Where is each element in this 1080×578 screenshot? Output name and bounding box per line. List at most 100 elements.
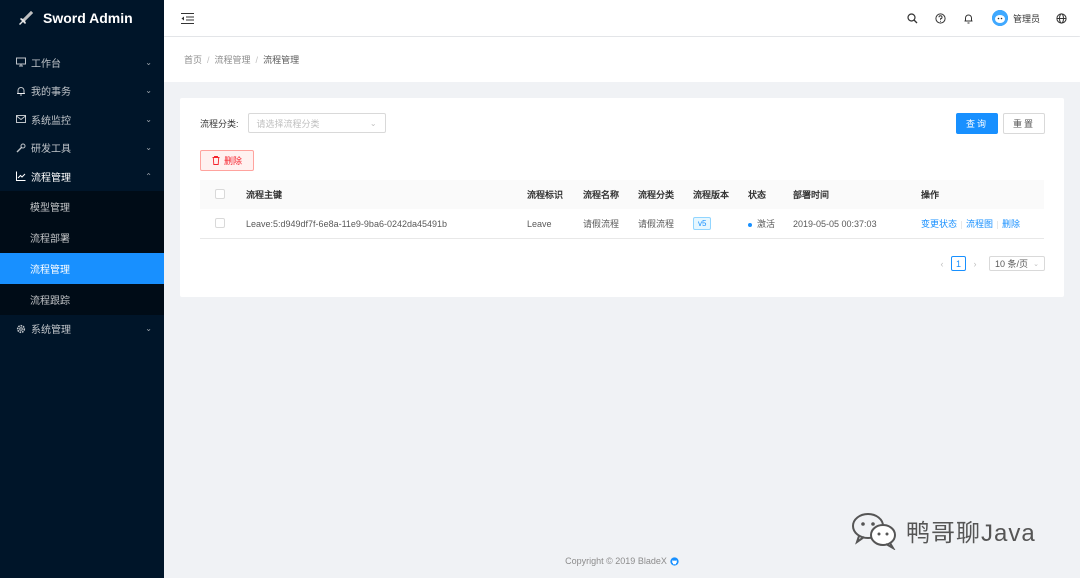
- column-header: 流程主键: [246, 190, 283, 200]
- chevron-down-icon: ⌄: [145, 324, 152, 334]
- line-chart-icon: [15, 171, 27, 182]
- action-divider: [997, 220, 999, 229]
- change-state-link[interactable]: 变更状态: [921, 219, 957, 229]
- next-page-icon[interactable]: ›: [969, 259, 981, 269]
- sidebar-item-dev-tools[interactable]: 研发工具 ⌄: [0, 134, 164, 163]
- help-icon[interactable]: [934, 11, 948, 25]
- sidebar-item-system-management[interactable]: 系统管理 ⌄: [0, 315, 164, 344]
- version-tag: v5: [693, 217, 712, 230]
- category-select-placeholder: 请选择流程分类: [256, 118, 320, 129]
- sidebar-item-workbench[interactable]: 工作台 ⌄: [0, 48, 164, 77]
- column-header: 状态: [748, 190, 767, 200]
- sidebar-item-label: 流程管理: [30, 264, 70, 276]
- column-header: 部署时间: [793, 190, 830, 200]
- sidebar-item-model-management[interactable]: 模型管理: [0, 191, 164, 222]
- sidebar-item-process-management[interactable]: 流程管理 ⌃: [0, 162, 164, 191]
- chevron-down-icon: ⌄: [145, 86, 152, 96]
- chevron-down-icon: ⌄: [369, 118, 377, 128]
- column-header: 流程分类: [638, 190, 675, 200]
- breadcrumb-home[interactable]: 首页: [184, 53, 202, 66]
- breadcrumb: 首页 / 流程管理 / 流程管理: [164, 37, 1080, 82]
- avatar: [991, 10, 1008, 26]
- breadcrumb-process[interactable]: 流程管理: [215, 53, 251, 66]
- sidebar-item-process-tracking[interactable]: 流程跟踪: [0, 284, 164, 315]
- app-logo[interactable]: Sword Admin: [0, 0, 164, 36]
- status-badge: 激活: [757, 219, 776, 229]
- page-size-select[interactable]: 10 条/页 ⌄: [989, 256, 1045, 271]
- sword-icon: [16, 9, 34, 27]
- action-divider: [961, 220, 963, 229]
- column-header: 操作: [921, 190, 940, 200]
- row-checkbox[interactable]: [215, 217, 225, 228]
- cell-process-name: 请假流程: [583, 219, 620, 229]
- sidebar-item-label: 流程跟踪: [30, 295, 70, 307]
- sidebar-item-process-list[interactable]: 流程管理: [0, 252, 164, 284]
- select-all-checkbox[interactable]: [215, 188, 225, 199]
- mail-icon: [15, 114, 27, 124]
- category-select[interactable]: 请选择流程分类 ⌄: [247, 113, 386, 133]
- sidebar-item-label: 我的事务: [31, 87, 71, 99]
- trash-icon: [212, 156, 220, 165]
- sidebar-item-label: 研发工具: [31, 144, 71, 156]
- status-dot: [748, 222, 752, 227]
- delete-button[interactable]: 删除: [200, 150, 254, 171]
- wechat-icon: [850, 510, 900, 550]
- reset-button[interactable]: 重置: [1003, 113, 1045, 134]
- user-menu[interactable]: 管理员: [991, 10, 1040, 26]
- cell-process-category: 请假流程: [638, 219, 675, 229]
- tool-icon: [15, 143, 27, 153]
- bell-icon[interactable]: [962, 11, 976, 25]
- github-icon[interactable]: [670, 556, 679, 566]
- breadcrumb-current: 流程管理: [263, 55, 300, 65]
- watermark: 鸭哥聊Java: [850, 510, 1036, 550]
- username: 管理员: [1012, 13, 1040, 24]
- sidebar-item-label: 模型管理: [30, 202, 70, 214]
- delete-button-label: 删除: [223, 156, 242, 166]
- prev-page-icon[interactable]: ‹: [936, 259, 948, 269]
- pagination: ‹ 1 › 10 条/页 ⌄: [936, 256, 1045, 271]
- top-header: 管理员: [164, 0, 1080, 36]
- cell-process-id: Leave: [527, 218, 552, 229]
- table-header: 流程主键 流程标识 流程名称 流程分类 流程版本 状态 部署时间 操作: [200, 180, 1044, 209]
- header-actions: 管理员: [892, 10, 1080, 26]
- chevron-up-icon: ⌃: [145, 171, 152, 181]
- copyright-text: Copyright © 2019 BladeX: [565, 556, 667, 566]
- page-number[interactable]: 1: [951, 256, 966, 271]
- cell-process-key: Leave:5:d949df7f-6e8a-11e9-9ba6-0242da45…: [246, 218, 448, 229]
- sidebar-item-label: 工作台: [31, 58, 61, 70]
- breadcrumb-separator: /: [255, 54, 259, 65]
- chevron-down-icon: ⌄: [145, 57, 152, 67]
- app-title: Sword Admin: [43, 10, 133, 26]
- globe-icon[interactable]: [1054, 11, 1068, 25]
- sidebar: Sword Admin 工作台 ⌄ 我的事务 ⌄ 系统监控 ⌄ 研发工具 ⌄ 流…: [0, 0, 164, 578]
- table-row: Leave:5:d949df7f-6e8a-11e9-9ba6-0242da45…: [200, 209, 1044, 239]
- column-header: 流程标识: [527, 190, 564, 200]
- gear-icon: [15, 324, 27, 334]
- search-icon[interactable]: [906, 11, 920, 25]
- sidebar-item-process-deploy[interactable]: 流程部署: [0, 222, 164, 253]
- search-button[interactable]: 查询: [956, 113, 998, 134]
- process-diagram-link[interactable]: 流程图: [966, 219, 993, 229]
- monitor-icon: [15, 57, 27, 67]
- footer: Copyright © 2019 BladeX: [164, 556, 1080, 566]
- row-actions: 变更状态 流程图 删除: [921, 217, 1044, 230]
- filter-label: 流程分类:: [200, 118, 239, 129]
- bell-icon: [15, 86, 27, 96]
- chevron-down-icon: ⌄: [145, 114, 152, 124]
- column-header: 流程名称: [583, 190, 620, 200]
- filter-row: 流程分类: 请选择流程分类 ⌄: [200, 113, 386, 133]
- content-card: 流程分类: 请选择流程分类 ⌄ 查询 重置 删除 流程主键 流程标识 流程名称 …: [180, 98, 1064, 297]
- cell-deploy-time: 2019-05-05 00:37:03: [793, 218, 877, 229]
- delete-row-link[interactable]: 删除: [1002, 219, 1020, 229]
- process-table: 流程主键 流程标识 流程名称 流程分类 流程版本 状态 部署时间 操作 Leav…: [200, 180, 1044, 239]
- sidebar-item-my-tasks[interactable]: 我的事务 ⌄: [0, 77, 164, 106]
- sidebar-item-label: 流程管理: [31, 172, 71, 184]
- sidebar-item-label: 系统管理: [31, 325, 71, 337]
- menu-fold-icon[interactable]: [180, 11, 194, 25]
- chevron-down-icon: ⌄: [1033, 260, 1039, 268]
- sidebar-menu: 工作台 ⌄ 我的事务 ⌄ 系统监控 ⌄ 研发工具 ⌄ 流程管理 ⌃ 模型管理 流…: [0, 48, 164, 343]
- watermark-text: 鸭哥聊Java: [906, 519, 1036, 547]
- sidebar-item-monitor[interactable]: 系统监控 ⌄: [0, 105, 164, 134]
- chevron-down-icon: ⌄: [145, 143, 152, 153]
- sidebar-item-label: 系统监控: [31, 115, 71, 127]
